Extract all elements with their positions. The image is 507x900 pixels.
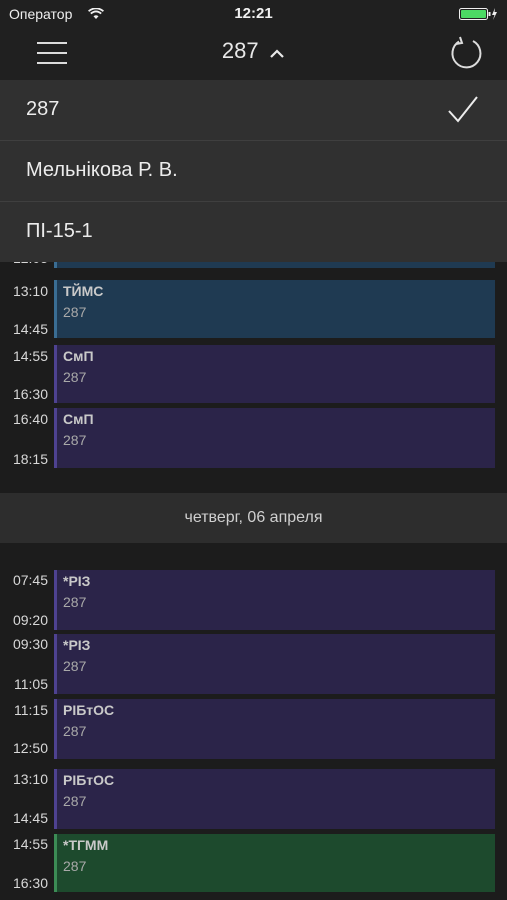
lesson-card[interactable]: РІБтОС 287 xyxy=(54,769,495,829)
lesson-end-time: 18:15 xyxy=(12,451,48,467)
day-label: четверг, 06 апреля xyxy=(184,509,323,526)
refresh-icon xyxy=(451,36,482,69)
lesson-card[interactable]: СмП 287 xyxy=(54,345,495,403)
lesson-start-time: 13:10 xyxy=(12,283,48,299)
lesson-subject: СмП xyxy=(63,348,94,364)
dropdown-item-room[interactable]: 287 xyxy=(0,80,507,141)
lesson-card[interactable]: СмП 287 xyxy=(54,408,495,468)
lesson-card[interactable]: *ТГММ 287 xyxy=(54,834,495,892)
lesson-start-time: 13:10 xyxy=(12,771,48,787)
schedule-list: 12:05 13:10 14:45 ТЙМС 287 14:55 16:30 С… xyxy=(0,240,507,900)
lesson-room: 287 xyxy=(63,594,87,610)
lesson-end-time: 12:50 xyxy=(12,740,48,756)
dropdown-item-group[interactable]: ПІ-15-1 xyxy=(0,202,507,262)
dropdown-item-teacher[interactable]: Мельнікова Р. В. xyxy=(0,141,507,202)
lesson-room: 287 xyxy=(63,304,87,320)
lesson-end-time: 09:20 xyxy=(12,612,48,628)
chevron-up-icon xyxy=(270,49,284,58)
day-header: четверг, 06 апреля xyxy=(0,493,507,543)
status-bar: Оператор 12:21 xyxy=(0,0,507,28)
lesson-room: 287 xyxy=(63,858,87,874)
lesson-end-time: 16:30 xyxy=(12,386,48,402)
lesson-subject: СмП xyxy=(63,411,94,427)
lesson-end-time: 14:45 xyxy=(12,810,48,826)
lesson-room: 287 xyxy=(63,793,87,809)
lesson-card[interactable]: ТЙМС 287 xyxy=(54,280,495,338)
lesson-end-time: 11:05 xyxy=(14,676,48,692)
nav-title: 287 xyxy=(221,38,259,63)
navigation-bar: 287 xyxy=(0,28,507,80)
lesson-subject: *РІЗ xyxy=(63,573,91,589)
lesson-subject: ТЙМС xyxy=(63,283,104,299)
lesson-room: 287 xyxy=(63,723,87,739)
group-selector[interactable]: 287 xyxy=(0,38,507,64)
lesson-end-time: 14:45 xyxy=(12,321,48,337)
lesson-start-time: 11:15 xyxy=(14,702,48,718)
battery-icon xyxy=(459,7,499,26)
lesson-start-time: 16:40 xyxy=(12,411,48,427)
lesson-start-time: 09:30 xyxy=(12,636,48,652)
dropdown-item-label: Мельнікова Р. В. xyxy=(26,159,178,181)
lesson-card[interactable]: *РІЗ 287 xyxy=(54,570,495,630)
dropdown-item-label: 287 xyxy=(26,98,60,120)
lesson-room: 287 xyxy=(63,369,87,385)
lesson-card[interactable]: *РІЗ 287 xyxy=(54,634,495,694)
lesson-subject: РІБтОС xyxy=(63,702,115,718)
dropdown-item-label: ПІ-15-1 xyxy=(26,220,93,242)
refresh-button[interactable] xyxy=(449,36,483,70)
group-dropdown: 287 Мельнікова Р. В. ПІ-15-1 xyxy=(0,80,507,262)
lesson-room: 287 xyxy=(63,432,87,448)
lesson-card[interactable]: РІБтОС 287 xyxy=(54,699,495,759)
lesson-start-time: 14:55 xyxy=(12,836,48,852)
lesson-room: 287 xyxy=(63,658,87,674)
lesson-subject: РІБтОС xyxy=(63,772,115,788)
lesson-end-time: 16:30 xyxy=(12,875,48,891)
clock: 12:21 xyxy=(234,5,273,22)
lesson-start-time: 14:55 xyxy=(12,348,48,364)
lesson-start-time: 07:45 xyxy=(12,572,48,588)
lesson-subject: *ТГММ xyxy=(63,837,109,853)
checkmark-icon xyxy=(448,96,478,123)
lesson-subject: *РІЗ xyxy=(63,637,91,653)
